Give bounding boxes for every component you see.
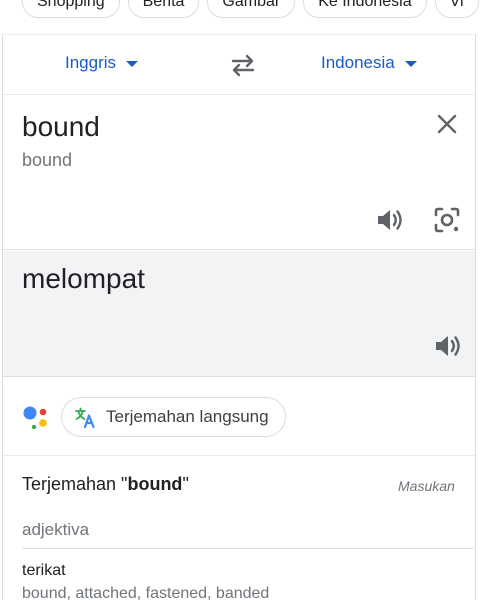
chevron-down-icon: [404, 61, 417, 67]
assistant-icon: [23, 406, 47, 430]
source-text-input[interactable]: bound: [22, 111, 100, 143]
live-translate-label: Terjemahan langsung: [106, 407, 269, 426]
close-icon[interactable]: [435, 112, 459, 136]
lens-camera-icon[interactable]: [433, 206, 461, 234]
chip-berita[interactable]: Berita: [127, 0, 200, 18]
swap-icon[interactable]: [229, 52, 257, 78]
live-translate-row: Terjemahan langsung: [3, 378, 475, 456]
chevron-down-icon: [126, 61, 139, 67]
translate-icon: [75, 407, 95, 428]
source-language-label: Inggris: [65, 53, 117, 72]
translations-heading: Terjemahan "bound": [22, 474, 189, 494]
chip-shopping[interactable]: Shopping: [22, 0, 120, 18]
translation-entry-synonyms: bound, attached, fastened, banded: [22, 585, 270, 600]
chip-ke-indonesia[interactable]: Ke Indonesia: [303, 0, 427, 18]
source-transliteration: bound: [22, 150, 73, 170]
search-chips-row: Shopping Berita Gambar Ke Indonesia Vi: [0, 0, 480, 22]
source-panel: bound bound: [3, 96, 475, 250]
feedback-link[interactable]: Masukan: [398, 478, 455, 494]
live-translate-button[interactable]: Terjemahan langsung: [61, 397, 286, 437]
chip-video[interactable]: Vi: [434, 0, 479, 18]
part-of-speech-label: adjektiva: [22, 520, 90, 539]
source-language-select[interactable]: Inggris: [65, 53, 139, 73]
divider: [22, 548, 474, 549]
translation-entry-word: terikat: [22, 562, 66, 579]
language-bar: Inggris Indonesia: [3, 35, 475, 95]
target-panel: melompat: [3, 251, 475, 377]
target-language-select[interactable]: Indonesia: [321, 53, 417, 73]
translation-output: melompat: [22, 263, 145, 294]
speaker-icon[interactable]: [433, 333, 463, 359]
target-language-label: Indonesia: [321, 53, 395, 72]
chip-gambar[interactable]: Gambar: [207, 0, 296, 18]
speaker-icon[interactable]: [375, 207, 405, 233]
